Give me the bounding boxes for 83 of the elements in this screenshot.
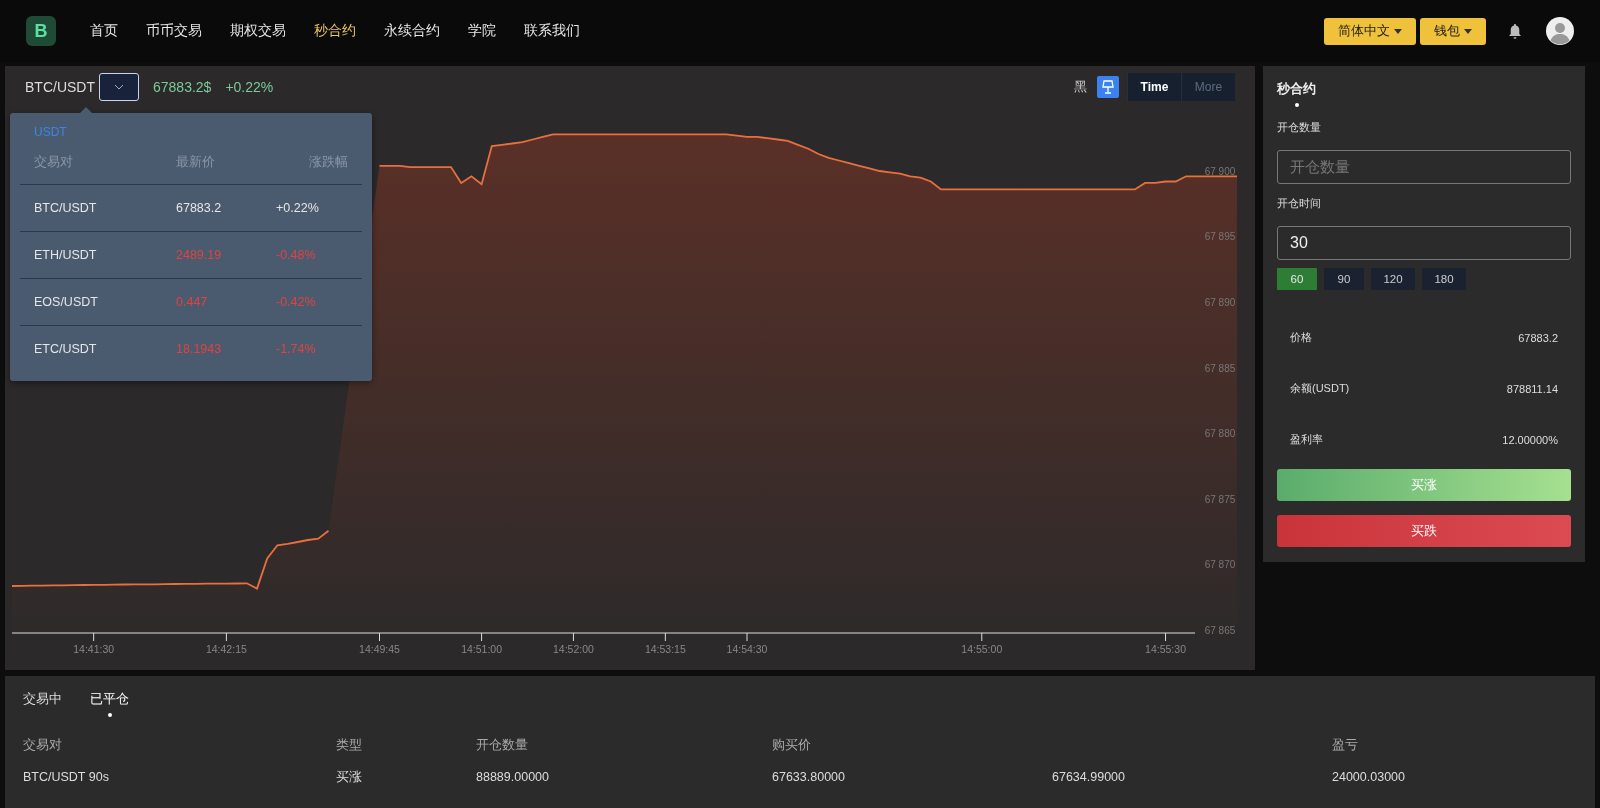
nav-link[interactable]: 期权交易 (216, 22, 300, 40)
pair-name[interactable]: ETC/USDT (34, 342, 176, 356)
column-header: 最新价 (176, 153, 216, 171)
x-axis-label: 14:52:00 (553, 643, 594, 655)
pair-name[interactable]: BTC/USDT (34, 201, 176, 215)
pair-name[interactable]: EOS/USDT (34, 295, 176, 309)
duration-option[interactable]: 120 (1371, 268, 1415, 290)
pair-change: +0.22% (276, 201, 320, 215)
x-axis-label: 14:55:30 (1145, 643, 1186, 655)
info-label: 价格 (1290, 330, 1312, 345)
buy-down-button[interactable]: 买跌 (1277, 515, 1571, 547)
caret-icon (1464, 28, 1472, 34)
pair-change: -0.42% (276, 295, 317, 309)
caret-icon (1394, 28, 1402, 34)
avatar-icon[interactable] (1546, 17, 1574, 45)
nav-link[interactable]: 学院 (454, 22, 510, 40)
lamp-icon (1102, 80, 1114, 94)
y-axis-label: 67 870 (1204, 559, 1236, 571)
column-header: 盈亏 (1332, 736, 1358, 754)
column-header: 涨跌幅 (308, 153, 348, 171)
info-value: 12.00000% (1502, 433, 1558, 446)
y-axis-label: 67 875 (1204, 493, 1236, 505)
duration-option[interactable]: 60 (1277, 268, 1317, 290)
pair-name[interactable]: ETH/USDT (34, 248, 176, 262)
x-axis-label: 14:55:00 (961, 643, 1003, 655)
orders-tab[interactable]: 交易中 (23, 690, 62, 717)
pair-price: 67883.2 (176, 201, 223, 215)
table-cell: 67634.99000 (1052, 770, 1125, 784)
theme-label: 黑 (1074, 78, 1087, 96)
y-axis-label: 67 890 (1204, 296, 1236, 308)
table-cell: 买涨 (336, 768, 362, 786)
field-label: 开仓时间 (1277, 196, 1322, 211)
y-axis-label: 67 880 (1204, 428, 1236, 440)
duration-option[interactable]: 90 (1324, 268, 1364, 290)
wallet-button[interactable]: 钱包 (1420, 17, 1486, 45)
y-axis-label: 67 885 (1204, 362, 1236, 374)
chevron-down-icon (114, 84, 124, 90)
pair-change: -1.74% (276, 342, 317, 356)
logo[interactable]: B (26, 16, 56, 46)
column-header: 交易对 (34, 153, 74, 171)
info-label: 余额(USDT) (1290, 381, 1350, 396)
duration-option[interactable]: 180 (1422, 268, 1466, 290)
bell-icon[interactable] (1508, 23, 1522, 39)
info-value: 67883.2 (1518, 331, 1558, 344)
y-axis-label: 67 895 (1204, 231, 1236, 243)
nav-link[interactable]: 永续合约 (370, 22, 454, 40)
nav-link[interactable]: 币币交易 (132, 22, 216, 40)
x-axis-label: 14:49:45 (359, 643, 400, 655)
column-header: 购买价 (772, 736, 811, 754)
x-axis-label: 14:54:30 (726, 643, 768, 655)
nav-link[interactable]: 联系我们 (510, 22, 594, 40)
x-axis-label: 14:53:15 (644, 643, 686, 655)
x-axis-label: 14:51:00 (461, 643, 502, 655)
pair-price: 0.447 (176, 295, 209, 309)
table-cell: 24000.03000 (1332, 770, 1405, 784)
nav-link[interactable]: 首页 (76, 22, 132, 40)
lamp-button[interactable] (1097, 76, 1119, 98)
panel-tab[interactable]: 秒合约 (1277, 66, 1322, 108)
info-label: 盈利率 (1290, 432, 1323, 447)
nav-link[interactable]: 秒合约 (300, 22, 370, 40)
x-axis-label: 14:42:15 (205, 643, 247, 655)
field-label: 开仓数量 (1277, 120, 1322, 135)
last-price: 67883.2$ (153, 79, 212, 95)
table-cell: BTC/USDT 90s (23, 770, 109, 784)
orders-tab[interactable]: 已平仓 (90, 690, 129, 717)
y-axis-label: 67 865 (1204, 625, 1236, 637)
quantity-input[interactable]: 开仓数量 (1277, 150, 1571, 184)
pair-price: 2489.19 (176, 248, 223, 262)
pair-price: 18.1943 (176, 342, 223, 356)
column-header: 类型 (336, 736, 362, 754)
table-cell: 88889.00000 (476, 770, 549, 784)
column-header: 交易对 (23, 736, 62, 754)
language-button[interactable]: 简体中文 (1324, 17, 1416, 45)
pair-label: BTC/USDT (25, 79, 95, 95)
y-axis-label: 67 900 (1204, 165, 1236, 177)
column-header: 开仓数量 (476, 736, 528, 754)
time-input[interactable]: 30 (1277, 226, 1571, 260)
x-axis-label: 14:41:30 (73, 643, 115, 655)
info-value: 878811.14 (1506, 382, 1558, 395)
table-cell: 67633.80000 (772, 770, 845, 784)
pair-change: -0.48% (276, 248, 317, 262)
price-change: +0.22% (225, 79, 274, 95)
pair-dropdown-button[interactable] (99, 73, 139, 101)
